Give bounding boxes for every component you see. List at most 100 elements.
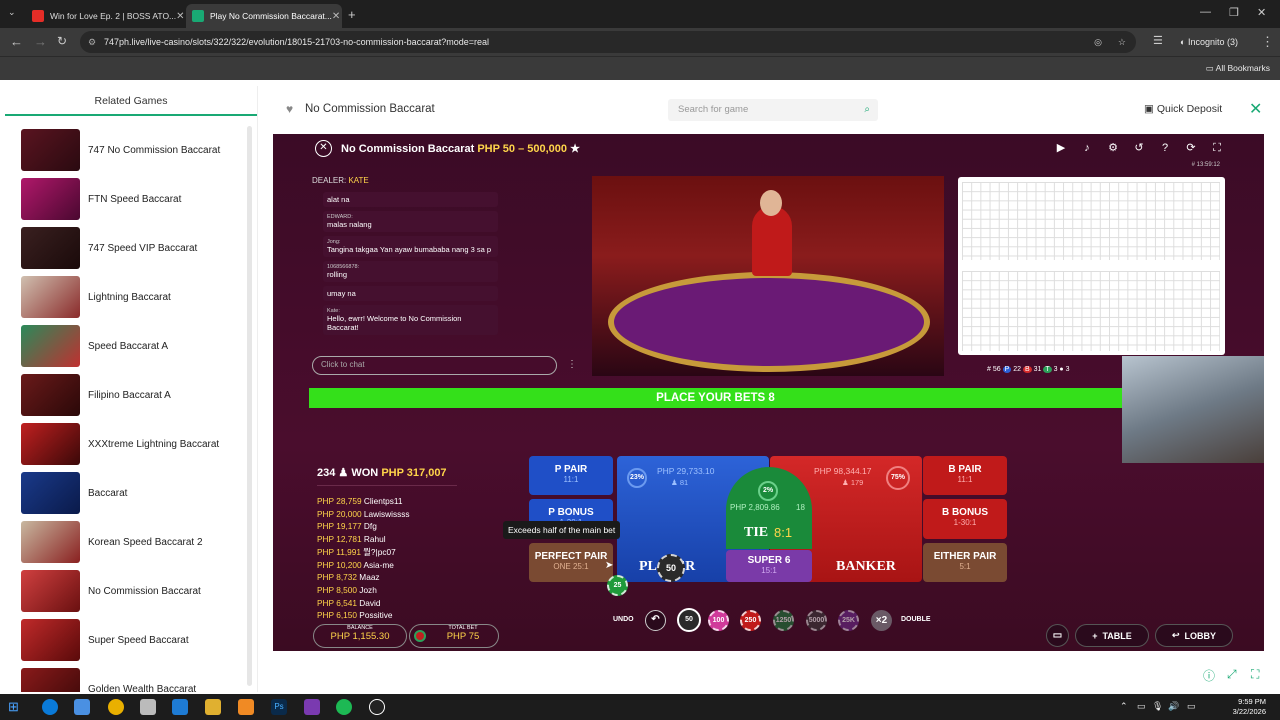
chip-25k[interactable]: 25K [838, 610, 859, 631]
p-pair-bet[interactable]: P PAIR 11:1 [529, 456, 613, 495]
chat-toggle-icon[interactable]: ▭ [1046, 624, 1069, 647]
close-window-icon[interactable]: ✕ [1257, 6, 1266, 19]
placed-chip-small[interactable]: 25 [607, 575, 628, 596]
game-name: Lightning Baccarat [88, 291, 171, 303]
network-icon[interactable]: ▭ [1187, 701, 1196, 712]
reading-list-icon[interactable]: ☰ [1153, 34, 1163, 47]
winner-name: David [359, 597, 381, 608]
sidebar-scrollbar[interactable] [247, 126, 252, 686]
reload-icon[interactable]: ↻ [57, 34, 67, 48]
all-bookmarks[interactable]: ▭ All Bookmarks [1206, 63, 1270, 74]
bookmark-star-icon[interactable]: ☆ [1118, 37, 1126, 48]
double-icon[interactable]: ×2 [871, 610, 892, 631]
related-game-item[interactable]: 747 Speed VIP Baccarat [21, 226, 241, 270]
help-icon[interactable]: ? [1156, 139, 1174, 157]
favorite-heart-icon[interactable]: ♥ [286, 102, 293, 116]
lobby-button[interactable]: ↩ LOBBY [1155, 624, 1233, 647]
close-tab-icon[interactable]: ✕ [332, 11, 340, 22]
mouse-cursor-icon: ➤ [605, 560, 614, 571]
winner-amount: PHP 6,150 [317, 610, 357, 619]
incognito-eye-icon[interactable]: ◎ [1094, 37, 1102, 48]
double-label[interactable]: DOUBLE [901, 616, 931, 623]
tab-search-icon[interactable]: ⌄ [8, 7, 16, 18]
chat-input[interactable]: Click to chat [312, 356, 557, 375]
related-game-item[interactable]: Golden Wealth Baccarat [21, 667, 241, 692]
obs-icon[interactable] [369, 699, 385, 715]
volume-icon[interactable]: 🔊 [1168, 701, 1179, 712]
fullscreen-icon[interactable]: ⛶ [1208, 139, 1226, 157]
info-icon[interactable]: ⓘ [1203, 667, 1215, 684]
winner-name: Jozh [359, 584, 377, 595]
b-bonus-bet[interactable]: B BONUS 1-30:1 [923, 499, 1007, 539]
related-game-item[interactable]: Super Speed Baccarat [21, 618, 241, 662]
tie-bet[interactable]: 2% PHP 2,809.86 18 TIE 8:1 [726, 467, 812, 549]
new-tab-icon[interactable]: + [348, 7, 356, 22]
minimize-icon[interactable]: — [1200, 6, 1211, 18]
chip-50[interactable]: 50 [677, 608, 701, 632]
favorite-star-icon[interactable]: ★ [570, 143, 580, 155]
super-six-bet[interactable]: SUPER 6 15:1 [726, 550, 812, 582]
related-game-item[interactable]: Korean Speed Baccarat 2 [21, 520, 241, 564]
winner-name: Lawiswissss [363, 508, 410, 519]
undo-label[interactable]: UNDO [613, 616, 634, 623]
tray-app-icon[interactable]: ▭ [1137, 701, 1146, 712]
chip-100[interactable]: 100 [708, 610, 729, 631]
chrome-icon[interactable] [108, 699, 124, 715]
close-tab-icon[interactable]: ✕ [176, 11, 184, 22]
refresh-icon[interactable]: ⟳ [1182, 139, 1200, 157]
game-search-input[interactable]: Search for game ⌕ [668, 99, 878, 121]
quick-deposit-button[interactable]: ▣ Quick Deposit [1144, 103, 1222, 115]
table-button[interactable]: + TABLE [1075, 624, 1149, 647]
history-icon[interactable]: ↺ [1130, 139, 1148, 157]
forward-icon[interactable]: → [34, 34, 47, 49]
related-game-item[interactable]: Filipino Baccarat A [21, 373, 241, 417]
sound-icon[interactable]: ♪ [1078, 139, 1096, 157]
photoshop-icon[interactable]: Ps [271, 699, 287, 715]
settings-icon[interactable]: ⚙ [1104, 139, 1122, 157]
windows-start-icon[interactable]: ⊞ [8, 699, 24, 715]
restore-icon[interactable]: ❐ [1229, 6, 1239, 19]
vscode-icon[interactable] [172, 699, 188, 715]
chat-options-icon[interactable]: ⋮ [567, 359, 577, 370]
expand-icon[interactable]: ⤢ [1227, 667, 1237, 682]
file-explorer-icon[interactable] [205, 699, 221, 715]
windows-taskbar: ⊞ Ps ⌃ ▭ 🎙 🔊 ▭ 9:59 PM 3/22/2026 [0, 694, 1280, 720]
browser-tab-1[interactable]: Win for Love Ep. 2 | BOSS ATO... ✕ [26, 4, 184, 28]
related-game-item[interactable]: Speed Baccarat A [21, 324, 241, 368]
app-icon[interactable] [74, 699, 90, 715]
undo-icon[interactable]: ↶ [645, 610, 666, 631]
chat-log: alat na EDWARD: malas nalang Jong: Tangina… [313, 192, 583, 348]
related-game-item[interactable]: 747 No Commission Baccarat [21, 128, 241, 172]
placed-chip[interactable]: 50 [657, 554, 685, 582]
spotify-icon[interactable] [336, 699, 352, 715]
app-icon[interactable] [140, 699, 156, 715]
either-pair-bet[interactable]: EITHER PAIR 5:1 [923, 543, 1007, 582]
related-game-item[interactable]: XXXtreme Lightning Baccarat [21, 422, 241, 466]
chip-5000[interactable]: 5000 [806, 610, 827, 631]
related-game-item[interactable]: Lightning Baccarat [21, 275, 241, 319]
back-icon[interactable]: ← [10, 34, 23, 49]
fullscreen-page-icon[interactable]: ⛶ [1251, 667, 1259, 682]
video-icon[interactable]: ▶ [1052, 139, 1070, 157]
search-icon[interactable]: ⌕ [864, 104, 870, 115]
sublime-icon[interactable] [238, 699, 254, 715]
b-pair-bet[interactable]: B PAIR 11:1 [923, 456, 1007, 495]
menu-dots-icon[interactable]: ⋮ [1261, 34, 1274, 50]
site-info-icon[interactable]: ⚙ [88, 37, 96, 48]
edge-icon[interactable] [42, 699, 58, 715]
chip-1250[interactable]: 1250 [773, 610, 794, 631]
url-bar[interactable]: ⚙ 747ph.live/live-casino/slots/322/322/e… [80, 31, 1136, 53]
app-icon[interactable] [304, 699, 320, 715]
taskbar-clock[interactable]: 9:59 PM 3/22/2026 [1233, 697, 1266, 717]
exit-game-icon[interactable]: ✕ [315, 140, 332, 157]
related-game-item[interactable]: Baccarat [21, 471, 241, 515]
close-game-icon[interactable]: ✕ [1249, 99, 1262, 119]
browser-tab-2[interactable]: Play No Commission Baccarat... ✕ [186, 4, 342, 28]
tray-chevron-icon[interactable]: ⌃ [1120, 701, 1128, 712]
microphone-icon[interactable]: 🎙 [1152, 701, 1163, 712]
related-game-item[interactable]: FTN Speed Baccarat [21, 177, 241, 221]
chip-250[interactable]: 250 [740, 610, 761, 631]
perfect-pair-bet[interactable]: PERFECT PAIR ONE 25:1 [529, 543, 613, 582]
incognito-profile[interactable]: ◐ Incognito (3) [1180, 37, 1238, 47]
related-game-item[interactable]: No Commission Baccarat [21, 569, 241, 613]
